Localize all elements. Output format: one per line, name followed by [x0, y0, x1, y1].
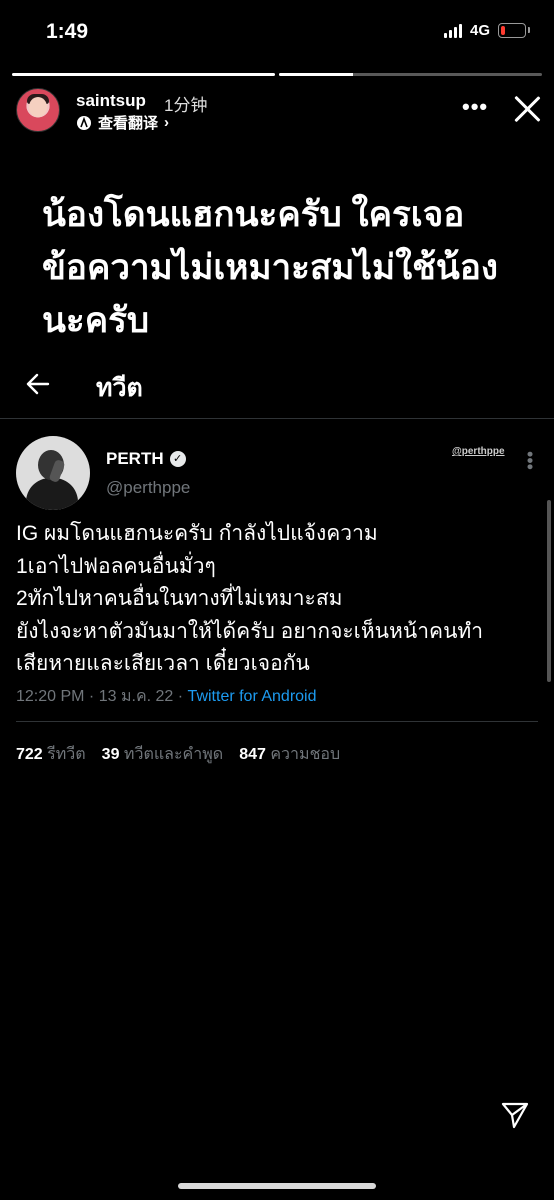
close-icon[interactable] — [512, 94, 542, 124]
tweet-meta: 12:20 PM · 13 ม.ค. 22 · Twitter for Andr… — [16, 684, 317, 709]
story-progress-segment — [279, 73, 542, 76]
retweets-stat[interactable]: 722 รีทวีต — [16, 742, 86, 767]
divider — [0, 418, 554, 419]
author-handle[interactable]: @perthppe — [106, 478, 190, 498]
translate-icon — [77, 115, 91, 130]
tweet-more-icon[interactable]: ••• — [519, 451, 540, 470]
author-name[interactable]: PERTH ✓ — [106, 449, 186, 469]
tweet-line: IG ผมโดนแฮกนะครับ กำลังไปแจ้งความ — [16, 522, 378, 545]
status-icons: 4G — [443, 22, 530, 39]
watermark-handle: @perthppe — [452, 446, 505, 457]
tweet-line: 1เอาไปฟอลคนอื่นมั่วๆ — [16, 554, 216, 578]
story-caption: น้องโดนแฮกนะครับ ใครเจอข้อความไม่เหมาะสม… — [42, 195, 498, 340]
author-name-text: PERTH — [106, 449, 164, 468]
story-progress-segment — [12, 73, 275, 76]
home-indicator[interactable] — [178, 1183, 376, 1189]
translate-label: 查看翻译 — [98, 115, 159, 132]
status-time: 1:49 — [46, 20, 89, 43]
verified-icon: ✓ — [169, 451, 186, 467]
signal-icon — [443, 23, 462, 38]
tweet-header-title: ทวีต — [96, 374, 143, 402]
send-icon[interactable] — [500, 1100, 530, 1130]
battery-level — [501, 26, 506, 35]
translate-link[interactable]: 查看翻译 › — [76, 112, 169, 133]
author-avatar[interactable] — [16, 436, 90, 510]
divider — [16, 721, 538, 722]
chevron-right-icon: › — [164, 114, 170, 131]
tweet-source[interactable]: Twitter for Android — [188, 688, 317, 705]
more-icon[interactable]: ••• — [462, 94, 488, 120]
tweet-stats: 722 รีทวีต 39 ทวีตและคำพูด 847 ความชอบ — [16, 742, 340, 767]
tweet-timestamp: 12:20 PM · 13 ม.ค. 22 · — [16, 688, 188, 705]
likes-stat[interactable]: 847 ความชอบ — [239, 742, 340, 767]
story-progress — [12, 73, 542, 76]
story-time: 1分钟 — [164, 96, 208, 115]
quotes-stat[interactable]: 39 ทวีตและคำพูด — [102, 742, 224, 767]
tweet-line: 2ทักไปหาคนอื่นในทางที่ไม่เหมาะสม — [16, 587, 343, 610]
story-avatar[interactable] — [16, 88, 60, 132]
tweet-text: IG ผมโดนแฮกนะครับ กำลังไปแจ้งความ 1เอาไป… — [16, 518, 540, 681]
scrollbar[interactable] — [547, 500, 551, 682]
tweet-line: เสียหายและเสียเวลา เดี๋ยวเจอกัน — [16, 652, 310, 675]
battery-icon — [498, 23, 530, 38]
story-username[interactable]: saintsup — [76, 91, 146, 111]
tweet-line: ยังไงจะหาตัวมันมาให้ได้ครับ อยากจะเห็นหน… — [16, 619, 484, 643]
network-type: 4G — [469, 22, 490, 39]
back-arrow-icon[interactable] — [24, 370, 52, 405]
